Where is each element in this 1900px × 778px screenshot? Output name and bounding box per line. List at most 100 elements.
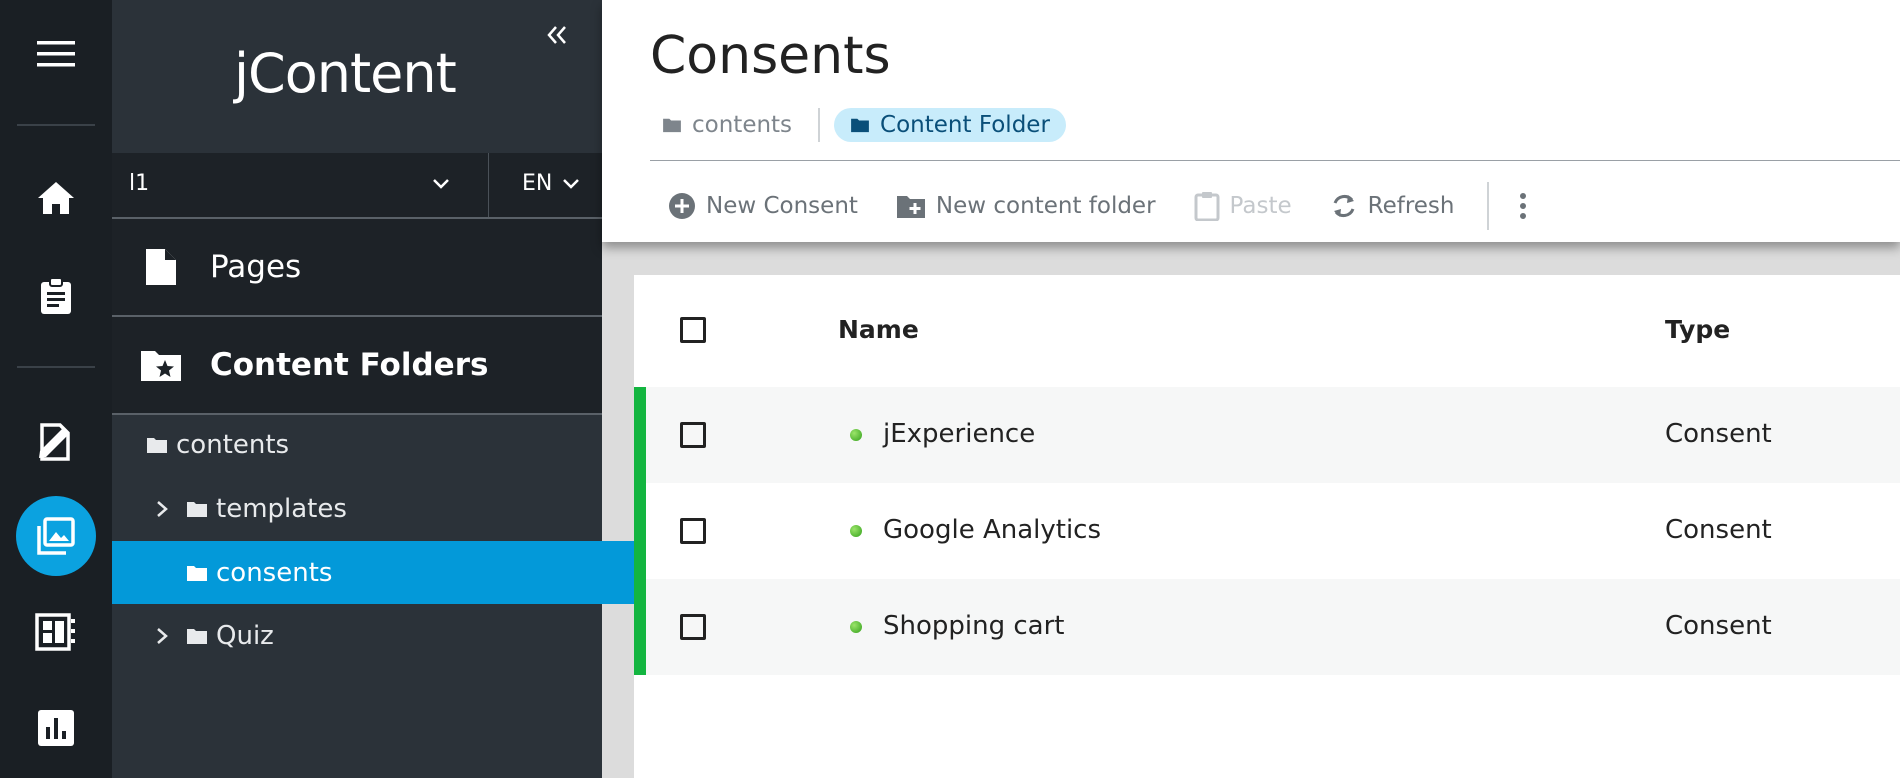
jcontent-button[interactable] [16,496,96,576]
folder-icon [187,629,207,644]
dashboard-button[interactable] [16,592,96,672]
header-divider [650,160,1900,161]
page-composer-button[interactable] [16,402,96,482]
clipboard-icon [41,277,71,314]
home-button[interactable] [16,158,96,238]
row-name: Google Analytics [883,515,1102,545]
breadcrumb-contents[interactable]: contents [650,112,804,138]
tree-item-label: Quiz [216,621,274,651]
logo-area: jContent [112,0,602,153]
row-checkbox[interactable] [680,422,706,448]
edit-page-icon [39,423,70,461]
paste-label: Paste [1229,193,1292,219]
starred-folder-icon [141,351,181,381]
rail-divider [17,366,95,368]
folder-icon [851,118,869,133]
collapse-nav-button[interactable] [546,20,568,53]
row-checkbox[interactable] [680,518,706,544]
new-content-folder-label: New content folder [935,193,1156,219]
expand-toggle[interactable] [152,500,172,518]
row-checkbox[interactable] [680,614,706,640]
tree-item-contents[interactable]: contents [112,414,636,476]
chevron-right-icon [157,501,168,517]
workflow-button[interactable] [16,256,96,336]
icon-rail [0,0,112,778]
published-indicator [634,387,646,483]
accordion-pages[interactable]: Pages [112,219,602,317]
site-selector[interactable]: l1 [129,171,149,196]
breadcrumb-current[interactable]: Content Folder [834,108,1066,142]
row-type: Consent [1665,515,1772,545]
chevron-right-icon [157,628,168,644]
rail-divider [17,124,95,126]
row-name: jExperience [883,419,1036,449]
hamburger-icon [37,41,75,67]
language-selector[interactable]: EN [522,171,552,196]
column-header-name[interactable]: Name [838,315,919,344]
status-dot [850,621,862,633]
double-chevron-left-icon [547,26,566,44]
create-folder-icon [896,196,925,218]
page-icon [146,249,176,285]
expand-toggle[interactable] [152,627,172,645]
tree-item-quiz[interactable]: Quiz [112,605,642,667]
jcontent-logo: jContent [234,42,457,105]
tree-item-label: consents [216,557,333,588]
media-library-icon [37,517,75,555]
toolbar-divider [1486,182,1489,230]
folder-icon [187,502,207,517]
refresh-label: Refresh [1367,193,1455,219]
new-content-folder-button[interactable]: New content folder [896,193,1156,219]
tree-item-templates[interactable]: templates [112,478,642,540]
table-row[interactable]: Google Analytics Consent [634,483,1900,579]
breadcrumb-label: contents [692,112,793,138]
new-consent-label: New Consent [706,193,858,219]
chevron-down-icon[interactable] [430,173,452,195]
content-header: Consents contents Content Folder New Con… [602,0,1900,242]
select-all-checkbox[interactable] [680,317,706,343]
clipboard-paste-icon [1194,192,1220,221]
menu-button[interactable] [16,14,96,94]
refresh-icon [1333,195,1355,217]
bar-chart-icon [38,710,74,746]
folder-icon [147,438,167,453]
folder-icon [663,118,681,133]
dashboard-icon [35,613,75,651]
refresh-button[interactable]: Refresh [1330,192,1455,220]
published-indicator [634,483,646,579]
selector-divider [488,153,489,217]
tree-item-consents[interactable]: consents [112,541,676,604]
site-language-selector-row: l1 EN [112,153,602,219]
column-header-type[interactable]: Type [1665,315,1730,344]
paste-button[interactable]: Paste [1194,191,1292,221]
table-row[interactable]: jExperience Consent [634,387,1900,483]
home-icon [38,182,74,214]
new-consent-button[interactable]: New Consent [668,192,858,220]
folder-icon [187,565,207,581]
main-content: Consents contents Content Folder New Con… [602,0,1900,778]
plus-circle-icon [669,193,695,219]
status-dot [850,525,862,537]
more-actions-button[interactable] [1519,193,1537,219]
breadcrumb: contents Content Folder [650,108,1066,142]
analytics-button[interactable] [16,688,96,768]
content-table: Name Type jExperience Consent Google Ana… [634,275,1900,778]
toolbar: New Consent New content folder Paste Ref… [668,182,1575,230]
secondary-nav: jContent l1 EN Pages Content Folders con… [112,0,676,778]
accordion-content-folders[interactable]: Content Folders [112,317,602,415]
row-name: Shopping cart [883,611,1065,641]
status-dot [850,429,862,441]
breadcrumb-separator [818,108,821,142]
table-header: Name Type [634,275,1900,387]
page-title: Consents [650,26,891,86]
published-indicator [634,579,646,675]
accordion-content-folders-label: Content Folders [210,347,489,383]
tree-item-label: contents [176,430,290,460]
chevron-down-icon[interactable] [560,173,582,195]
tree-item-label: templates [216,494,347,524]
more-vertical-icon [1519,193,1526,219]
table-row[interactable]: Shopping cart Consent [634,579,1900,675]
row-type: Consent [1665,419,1772,449]
accordion-pages-label: Pages [210,249,302,285]
breadcrumb-label: Content Folder [880,112,1050,138]
